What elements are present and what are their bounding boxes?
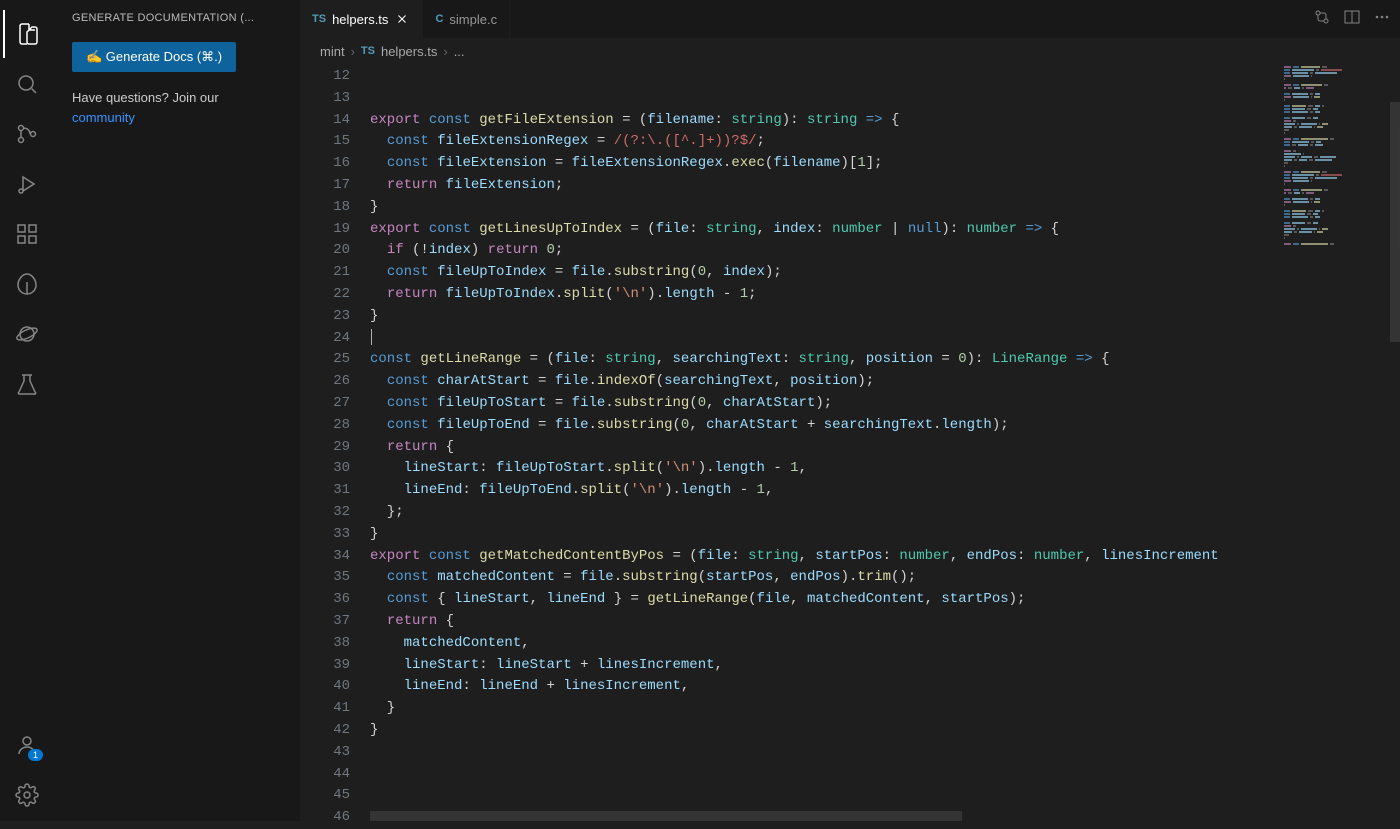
- code-line[interactable]: }: [370, 698, 1280, 720]
- compare-changes-icon[interactable]: [1314, 9, 1330, 30]
- ts-badge-icon: TS: [361, 45, 375, 57]
- code-line[interactable]: if (!index) return 0;: [370, 240, 1280, 262]
- ts-badge-icon: TS: [312, 13, 326, 25]
- community-link[interactable]: community: [72, 110, 135, 125]
- code-line[interactable]: lineStart: fileUpToStart.split('\n').len…: [370, 458, 1280, 480]
- code-editor[interactable]: export const getFileExtension = (filenam…: [370, 64, 1280, 821]
- code-line[interactable]: return {: [370, 611, 1280, 633]
- breadcrumbs[interactable]: mint › TS helpers.ts › ...: [300, 38, 1400, 64]
- minimap[interactable]: [1280, 64, 1400, 821]
- search-icon[interactable]: [3, 60, 51, 108]
- code-line[interactable]: lineEnd: lineEnd + linesIncrement,: [370, 676, 1280, 698]
- editor-area: 1213141516171819202122232425262728293031…: [300, 64, 1400, 821]
- editor-main: TS helpers.ts Csimple.c mint › TS helpers.…: [300, 0, 1400, 821]
- code-line[interactable]: }: [370, 720, 1280, 742]
- code-line[interactable]: const { lineStart, lineEnd } = getLineRa…: [370, 589, 1280, 611]
- leaf-icon[interactable]: [3, 260, 51, 308]
- code-line[interactable]: return fileUpToIndex.split('\n').length …: [370, 284, 1280, 306]
- tab-simple-c[interactable]: Csimple.c: [423, 0, 510, 38]
- settings-gear-icon[interactable]: [3, 771, 51, 819]
- tab-label: helpers.ts: [332, 12, 388, 27]
- c-badge-icon: C: [435, 13, 443, 25]
- activity-bar: 1: [0, 0, 54, 821]
- code-line[interactable]: const fileExtension = fileExtensionRegex…: [370, 153, 1280, 175]
- code-line[interactable]: };: [370, 502, 1280, 524]
- extensions-icon[interactable]: [3, 210, 51, 258]
- accounts-badge: 1: [28, 749, 43, 761]
- code-line[interactable]: export const getLinesUpToIndex = (file: …: [370, 219, 1280, 241]
- code-line[interactable]: }: [370, 524, 1280, 546]
- questions-text: Have questions? Join our: [72, 90, 219, 105]
- planet-icon[interactable]: [3, 310, 51, 358]
- chevron-right-icon: ›: [351, 44, 355, 59]
- breadcrumb-folder[interactable]: mint: [320, 44, 345, 59]
- code-line[interactable]: const fileUpToEnd = file.substring(0, ch…: [370, 415, 1280, 437]
- code-line[interactable]: return {: [370, 437, 1280, 459]
- tab-bar: TS helpers.ts Csimple.c: [300, 0, 1400, 38]
- line-number-gutter: 1213141516171819202122232425262728293031…: [300, 64, 370, 821]
- tab-helpers-ts[interactable]: TS helpers.ts: [300, 0, 423, 38]
- code-line[interactable]: export const getFileExtension = (filenam…: [370, 110, 1280, 132]
- code-line[interactable]: export const getMatchedContentByPos = (f…: [370, 546, 1280, 568]
- code-line[interactable]: const fileExtensionRegex = /(?:\.([^.]+)…: [370, 131, 1280, 153]
- close-icon[interactable]: [394, 11, 410, 27]
- code-line[interactable]: lineEnd: fileUpToEnd.split('\n').length …: [370, 480, 1280, 502]
- sidebar-header: GENERATE DOCUMENTATION (...: [72, 12, 282, 24]
- breadcrumb-tail[interactable]: ...: [454, 44, 465, 59]
- code-line[interactable]: lineStart: lineStart + linesIncrement,: [370, 655, 1280, 677]
- beaker-icon[interactable]: [3, 360, 51, 408]
- code-line[interactable]: const charAtStart = file.indexOf(searchi…: [370, 371, 1280, 393]
- run-debug-icon[interactable]: [3, 160, 51, 208]
- breadcrumb-file[interactable]: helpers.ts: [381, 44, 437, 59]
- horizontal-scrollbar[interactable]: [370, 811, 962, 821]
- code-line[interactable]: const matchedContent = file.substring(st…: [370, 567, 1280, 589]
- explorer-icon[interactable]: [3, 10, 51, 58]
- accounts-icon[interactable]: 1: [3, 721, 51, 769]
- generate-docs-button[interactable]: ✍️ Generate Docs (⌘.): [72, 42, 236, 72]
- tab-actions: [1314, 0, 1400, 38]
- chevron-right-icon: ›: [443, 44, 447, 59]
- code-line[interactable]: return fileExtension;: [370, 175, 1280, 197]
- code-line[interactable]: }: [370, 197, 1280, 219]
- split-editor-icon[interactable]: [1344, 9, 1360, 30]
- code-line[interactable]: const fileUpToIndex = file.substring(0, …: [370, 262, 1280, 284]
- code-line[interactable]: }: [370, 306, 1280, 328]
- tab-label: simple.c: [449, 12, 497, 27]
- sidebar-panel: GENERATE DOCUMENTATION (... ✍️ Generate …: [54, 0, 300, 821]
- code-line[interactable]: matchedContent,: [370, 633, 1280, 655]
- help-text: Have questions? Join our community: [72, 88, 282, 127]
- more-actions-icon[interactable]: [1374, 9, 1390, 30]
- code-line[interactable]: const fileUpToStart = file.substring(0, …: [370, 393, 1280, 415]
- source-control-icon[interactable]: [3, 110, 51, 158]
- code-line[interactable]: const getLineRange = (file: string, sear…: [370, 349, 1280, 371]
- minimap-slider[interactable]: [1390, 102, 1400, 342]
- code-line[interactable]: [370, 328, 1280, 350]
